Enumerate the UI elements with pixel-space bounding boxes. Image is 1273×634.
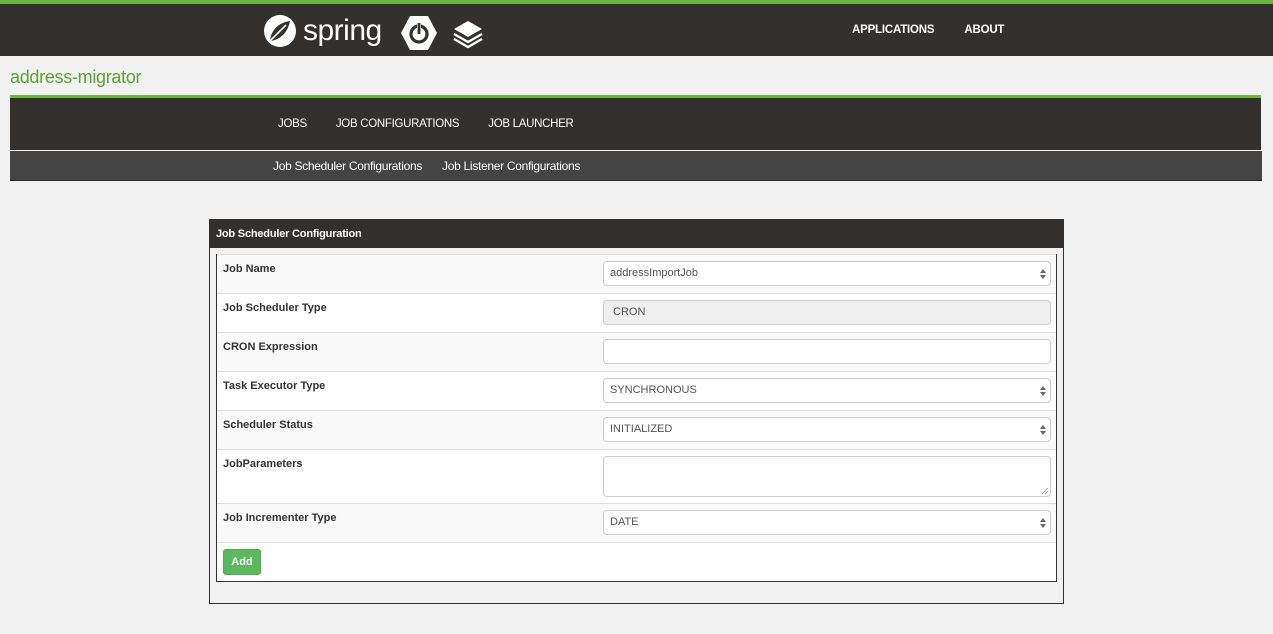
panel-title: Job Scheduler Configuration	[210, 220, 1063, 248]
sub-nav: Job Scheduler Configurations Job Listene…	[10, 151, 1262, 181]
spring-logo[interactable]: spring	[262, 11, 382, 51]
task-executor-type-value: SYNCHRONOUS	[610, 384, 697, 396]
select-arrows-icon	[1040, 518, 1046, 528]
app-title: address-migrator	[10, 67, 142, 87]
top-header: spring APPLICATIONS ABOUT	[0, 0, 1273, 56]
scheduler-status-select[interactable]: INITIALIZED	[603, 417, 1051, 442]
resize-grip-icon[interactable]	[1041, 487, 1049, 495]
cron-expression-label: CRON Expression	[223, 341, 318, 353]
scheduler-type-field: CRON	[603, 300, 1051, 325]
incrementer-type-select[interactable]: DATE	[603, 510, 1051, 535]
spring-leaf-icon	[264, 15, 296, 47]
incrementer-type-label: Job Incrementer Type	[223, 512, 337, 524]
job-scheduler-configuration-panel: Job Scheduler Configuration Job Name add…	[209, 219, 1064, 604]
nav-applications[interactable]: APPLICATIONS	[852, 24, 935, 36]
form-row-incrementer-type: Job Incrementer Type DATE	[217, 503, 1056, 542]
incrementer-type-value: DATE	[610, 516, 639, 528]
form-actions: Add	[217, 542, 1056, 580]
add-button[interactable]: Add	[223, 549, 261, 575]
nav-job-launcher[interactable]: JOB LAUNCHER	[488, 118, 574, 130]
scheduler-type-value: CRON	[613, 306, 646, 318]
config-form: Job Name addressImportJob Job Scheduler …	[216, 254, 1057, 582]
nav-about[interactable]: ABOUT	[964, 24, 1004, 36]
form-row-job-parameters: JobParameters	[217, 449, 1056, 503]
nav-jobs[interactable]: JOBS	[278, 118, 307, 130]
job-parameters-textarea[interactable]	[603, 456, 1051, 497]
form-row-scheduler-type: Job Scheduler Type CRON	[217, 293, 1056, 332]
scheduler-type-label: Job Scheduler Type	[223, 302, 327, 314]
job-name-label: Job Name	[223, 263, 276, 275]
job-name-select[interactable]: addressImportJob	[603, 261, 1051, 286]
select-arrows-icon	[1040, 269, 1046, 279]
spring-boot-icon[interactable]	[400, 14, 438, 52]
form-row-task-executor-type: Task Executor Type SYNCHRONOUS	[217, 371, 1056, 410]
select-arrows-icon	[1040, 425, 1046, 435]
select-arrows-icon	[1040, 386, 1046, 396]
task-executor-type-label: Task Executor Type	[223, 380, 326, 392]
scheduler-status-value: INITIALIZED	[610, 423, 673, 435]
layers-icon[interactable]	[452, 18, 484, 50]
task-executor-type-select[interactable]: SYNCHRONOUS	[603, 378, 1051, 403]
job-name-value: addressImportJob	[610, 267, 699, 279]
main-nav: JOBS JOB CONFIGURATIONS JOB LAUNCHER	[10, 95, 1261, 150]
subnav-job-scheduler-configurations[interactable]: Job Scheduler Configurations	[273, 159, 422, 173]
nav-job-configurations[interactable]: JOB CONFIGURATIONS	[336, 118, 460, 130]
form-row-cron-expression: CRON Expression	[217, 332, 1056, 371]
subnav-job-listener-configurations[interactable]: Job Listener Configurations	[442, 159, 580, 173]
logo-text: spring	[303, 14, 382, 47]
scheduler-status-label: Scheduler Status	[223, 419, 313, 431]
job-parameters-label: JobParameters	[223, 458, 303, 470]
cron-expression-input[interactable]	[603, 339, 1051, 364]
form-row-scheduler-status: Scheduler Status INITIALIZED	[217, 410, 1056, 449]
form-row-job-name: Job Name addressImportJob	[217, 254, 1056, 293]
top-nav: APPLICATIONS ABOUT	[852, 24, 1004, 36]
